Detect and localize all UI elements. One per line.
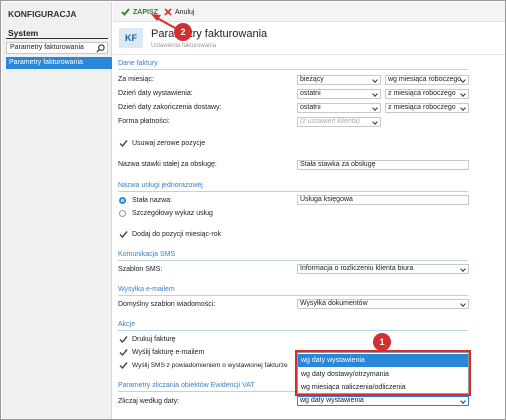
- sidebar-search-value: Parametry fakturowania: [10, 44, 84, 51]
- config-sidebar: KONFIGURACJA System Parametry fakturowan…: [2, 2, 112, 419]
- section-akcje: Akcje: [118, 321, 136, 328]
- forma-platnosci-select[interactable]: (z ustawień klienta): [297, 117, 381, 127]
- usuwaj-zerowe-checkbox[interactable]: [119, 139, 128, 148]
- dodaj-miesiac-rok-label: Dodaj do pozycji miesiąc-rok: [132, 231, 222, 238]
- szablon-email-select[interactable]: Wysyłka dokumentów: [297, 299, 469, 309]
- section-divider: [118, 260, 468, 261]
- wyslij-sms-checkbox[interactable]: [119, 361, 128, 370]
- nazwa-stawki-input[interactable]: Stała stawka za obsługę: [297, 160, 469, 170]
- save-button-label: ZAPISZ: [133, 8, 158, 16]
- sidebar-item-parametry-fakturowania[interactable]: Parametry fakturowania: [6, 57, 112, 69]
- page-title: Parametry fakturowania: [151, 28, 268, 40]
- section-nazwa-uslugi: Nazwa usługi jednorazowej: [118, 182, 203, 189]
- cancel-button[interactable]: Anuluj: [164, 7, 194, 17]
- dzien-zakonczenia-label: Dzień daty zakończenia dostawy:: [118, 104, 222, 111]
- sidebar-title: KONFIGURACJA: [8, 9, 77, 19]
- drukuj-fakture-checkbox[interactable]: [119, 335, 128, 344]
- stala-nazwa-radio[interactable]: [119, 197, 126, 204]
- sidebar-search-input[interactable]: Parametry fakturowania: [6, 42, 108, 54]
- usuwaj-zerowe-label: Usuwaj zerowe pozycje: [132, 140, 206, 147]
- stala-nazwa-input[interactable]: Usługa księgowa: [297, 195, 469, 205]
- za-miesiac-select[interactable]: bieżący: [297, 75, 381, 85]
- annotation-badge-1: 1: [373, 333, 391, 351]
- save-button[interactable]: ZAPISZ: [121, 7, 158, 17]
- section-divider: [118, 191, 468, 192]
- header-divider: [113, 54, 505, 55]
- section-wysylka-email: Wysyłka e-mailem: [118, 286, 175, 293]
- dzien-wystawienia-mode-select[interactable]: z miesiąca roboczego: [385, 89, 469, 99]
- wyslij-sms-label: Wyślij SMS z powiadomieniem o wystawione…: [132, 362, 288, 369]
- forma-platnosci-label: Forma płatności:: [118, 118, 170, 125]
- szablon-sms-select[interactable]: Informacja o rozliczeniu klienta biura: [297, 264, 469, 274]
- annotation-highlight-box: [295, 350, 471, 396]
- module-badge: KF: [119, 28, 143, 48]
- wyslij-email-checkbox[interactable]: [119, 348, 128, 357]
- drukuj-fakture-label: Drukuj fakturę: [132, 336, 176, 343]
- sidebar-section-header: System: [8, 28, 39, 38]
- toolbar: ZAPISZ Anuluj: [113, 2, 505, 22]
- checkmark-icon: [121, 8, 130, 16]
- section-divider: [118, 330, 468, 331]
- zliczaj-label: Zliczaj według daty:: [118, 398, 180, 405]
- dzien-zakonczenia-mode-select[interactable]: z miesiąca roboczego: [385, 103, 469, 113]
- stala-nazwa-label: Stała nazwa:: [132, 197, 173, 204]
- nazwa-stawki-label: Nazwa stawki stałej za obsługę:: [118, 161, 217, 168]
- close-icon: [164, 8, 172, 16]
- section-dane-faktury: Dane faktury: [118, 60, 158, 67]
- zliczaj-select[interactable]: wg daty wystawienia: [297, 396, 469, 406]
- dzien-zakonczenia-select[interactable]: ostatni: [297, 103, 381, 113]
- szczegolowy-wykaz-label: Szczegółowy wykaz usług: [132, 210, 213, 217]
- za-miesiac-mode-select[interactable]: wg miesiąca roboczego: [385, 75, 469, 85]
- section-divider: [118, 295, 468, 296]
- page-subtitle: Ustawienia fakturowania: [151, 43, 217, 49]
- szablon-sms-label: Szablon SMS:: [118, 266, 163, 273]
- search-icon[interactable]: [96, 44, 105, 53]
- section-parametry-vat: Parametry zliczania obiektów Ewidencji V…: [118, 382, 255, 389]
- szczegolowy-wykaz-radio[interactable]: [119, 210, 126, 217]
- section-komunikacja-sms: Komunikacja SMS: [118, 251, 176, 258]
- szablon-email-label: Domyślny szablon wiadomości:: [118, 301, 216, 308]
- section-divider: [118, 69, 468, 70]
- sidebar-divider: [6, 38, 108, 39]
- cancel-button-label: Anuluj: [175, 8, 195, 16]
- dzien-wystawienia-label: Dzień daty wystawienia:: [118, 90, 193, 97]
- za-miesiac-label: Za miesiąc:: [118, 76, 154, 83]
- wyslij-email-label: Wyślij fakturę e-mailem: [132, 349, 205, 356]
- dzien-wystawienia-select[interactable]: ostatni: [297, 89, 381, 99]
- annotation-badge-2: 2: [174, 23, 192, 41]
- app-window: KONFIGURACJA System Parametry fakturowan…: [0, 0, 506, 420]
- dodaj-miesiac-rok-checkbox[interactable]: [119, 230, 128, 239]
